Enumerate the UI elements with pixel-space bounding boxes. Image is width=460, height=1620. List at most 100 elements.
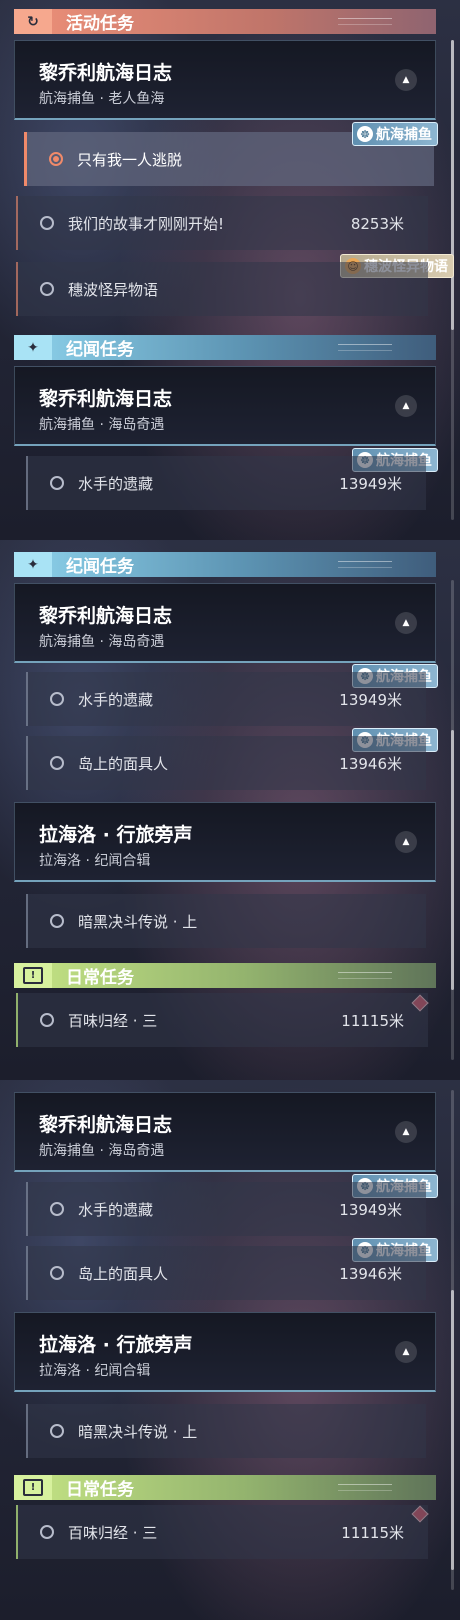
radio-icon[interactable] [40, 216, 54, 230]
quest-subtitle: 航海捕鱼 · 海岛奇遇 [39, 1143, 165, 1159]
task-distance: 13946米 [339, 755, 402, 773]
quest-subtitle: 拉海洛 · 纪闻合辑 [39, 1363, 151, 1379]
collapse-button[interactable]: ▲ [395, 1121, 417, 1143]
scrollbar[interactable] [451, 580, 454, 1060]
task-distance: 13949米 [339, 1201, 402, 1219]
quest-card[interactable]: 拉海洛 · 行旅旁声 拉海洛 · 纪闻合辑 ▲ [14, 1312, 436, 1392]
sparkle-icon: ✦ [14, 335, 52, 360]
scrollbar-thumb[interactable] [451, 730, 454, 990]
task-row[interactable]: 水手的遗藏 13949米 [26, 672, 426, 726]
sparkle-icon: ✦ [14, 552, 52, 577]
task-row[interactable]: 岛上的面具人 13946米 [26, 736, 426, 790]
section-header-story[interactable]: ✦ 纪闻任务 [14, 552, 436, 577]
exclamation-icon: ! [14, 1475, 52, 1500]
tag-label: 航海捕鱼 [376, 127, 432, 143]
task-label: 水手的遗藏 [78, 1201, 154, 1219]
section-title: 纪闻任务 [66, 557, 134, 577]
task-row[interactable]: 暗黑决斗传说 · 上 [26, 894, 426, 948]
scrollbar[interactable] [451, 1090, 454, 1590]
task-row[interactable]: 百味归经 · 三 11115米 [16, 993, 428, 1047]
chevron-up-icon: ▲ [402, 401, 410, 411]
quest-title: 拉海洛 · 行旅旁声 [39, 824, 193, 846]
task-row[interactable]: 穗波怪异物语 [16, 262, 428, 316]
section-title: 纪闻任务 [66, 340, 134, 360]
task-label: 我们的故事才刚刚开始! [68, 215, 225, 233]
chevron-up-icon: ▲ [402, 1127, 410, 1137]
radio-selected-icon[interactable] [49, 152, 63, 166]
radio-icon[interactable] [40, 1013, 54, 1027]
exclamation-icon: ! [14, 963, 52, 988]
collapse-button[interactable]: ▲ [395, 69, 417, 91]
task-row[interactable]: 水手的遗藏 13949米 [26, 1182, 426, 1236]
task-label: 岛上的面具人 [78, 755, 169, 773]
quest-card[interactable]: 黎乔利航海日志 航海捕鱼 · 海岛奇遇 ▲ [14, 583, 436, 663]
section-header-story[interactable]: ✦ 纪闻任务 [14, 335, 436, 360]
collapse-button[interactable]: ▲ [395, 612, 417, 634]
quest-title: 黎乔利航海日志 [39, 605, 173, 627]
quest-title: 黎乔利航海日志 [39, 1114, 173, 1136]
task-distance: 11115米 [341, 1524, 404, 1542]
radio-icon[interactable] [50, 1202, 64, 1216]
chevron-up-icon: ▲ [402, 837, 410, 847]
task-label: 水手的遗藏 [78, 475, 154, 493]
panel-story-tasks: ✦ 纪闻任务 黎乔利航海日志 航海捕鱼 · 海岛奇遇 ▲ ☸ 航海捕鱼 水手的遗… [0, 540, 460, 1080]
scrollbar-thumb[interactable] [451, 40, 454, 330]
radio-icon[interactable] [50, 914, 64, 928]
task-row[interactable]: 暗黑决斗传说 · 上 [26, 1404, 426, 1458]
task-label: 水手的遗藏 [78, 691, 154, 709]
quest-card[interactable]: 黎乔利航海日志 航海捕鱼 · 海岛奇遇 ▲ [14, 366, 436, 446]
radio-icon[interactable] [50, 476, 64, 490]
quest-subtitle: 航海捕鱼 · 老人鱼海 [39, 91, 165, 107]
quest-card[interactable]: 黎乔利航海日志 航海捕鱼 · 海岛奇遇 ▲ [14, 1092, 436, 1172]
scrollbar[interactable] [451, 40, 454, 520]
section-title: 日常任务 [66, 1480, 134, 1500]
quest-title: 拉海洛 · 行旅旁声 [39, 1334, 193, 1356]
chevron-up-icon: ▲ [402, 1347, 410, 1357]
task-label: 岛上的面具人 [78, 1265, 169, 1283]
task-label: 暗黑决斗传说 · 上 [78, 1423, 198, 1441]
panel-story-tasks-scrolled: 黎乔利航海日志 航海捕鱼 · 海岛奇遇 ▲ ☸ 航海捕鱼 水手的遗藏 13949… [0, 1080, 460, 1620]
task-distance: 8253米 [350, 215, 404, 233]
fishing-tag: ☸ 航海捕鱼 [352, 122, 438, 146]
refresh-icon: ↻ [14, 9, 52, 34]
section-header-daily[interactable]: ! 日常任务 [14, 1475, 436, 1500]
chevron-up-icon: ▲ [402, 618, 410, 628]
chevron-up-icon: ▲ [402, 75, 410, 85]
header-decoration [338, 972, 392, 979]
radio-icon[interactable] [50, 756, 64, 770]
quest-subtitle: 航海捕鱼 · 海岛奇遇 [39, 417, 165, 433]
radio-icon[interactable] [50, 1424, 64, 1438]
task-row[interactable]: 我们的故事才刚刚开始! 8253米 [16, 196, 428, 250]
header-decoration [338, 561, 392, 568]
task-row[interactable]: 岛上的面具人 13946米 [26, 1246, 426, 1300]
task-row[interactable]: 水手的遗藏 13949米 [26, 456, 426, 510]
collapse-button[interactable]: ▲ [395, 395, 417, 417]
collapse-button[interactable]: ▲ [395, 1341, 417, 1363]
quest-card[interactable]: 黎乔利航海日志 航海捕鱼 · 老人鱼海 ▲ [14, 40, 436, 120]
task-label: 百味归经 · 三 [68, 1012, 158, 1030]
section-header-daily[interactable]: ! 日常任务 [14, 963, 436, 988]
radio-icon[interactable] [50, 1266, 64, 1280]
task-label: 百味归经 · 三 [68, 1524, 158, 1542]
task-distance: 13946米 [339, 1265, 402, 1283]
section-header-activity[interactable]: ↻ 活动任务 [14, 9, 436, 34]
quest-title: 黎乔利航海日志 [39, 62, 173, 84]
scrollbar-thumb[interactable] [451, 1290, 454, 1570]
task-label: 暗黑决斗传说 · 上 [78, 913, 198, 931]
fishing-tag-icon: ☸ [357, 126, 373, 142]
quest-subtitle: 航海捕鱼 · 海岛奇遇 [39, 634, 165, 650]
collapse-button[interactable]: ▲ [395, 831, 417, 853]
quest-title: 黎乔利航海日志 [39, 388, 173, 410]
quest-card[interactable]: 拉海洛 · 行旅旁声 拉海洛 · 纪闻合辑 ▲ [14, 802, 436, 882]
panel-activity-tasks: ↻ 活动任务 黎乔利航海日志 航海捕鱼 · 老人鱼海 ▲ 只有我一人逃脱 ☸ 航… [0, 0, 460, 540]
task-distance: 13949米 [339, 475, 402, 493]
task-label: 只有我一人逃脱 [77, 151, 183, 169]
task-distance: 11115米 [341, 1012, 404, 1030]
radio-icon[interactable] [40, 1525, 54, 1539]
radio-icon[interactable] [50, 692, 64, 706]
header-decoration [338, 1484, 392, 1491]
task-row[interactable]: 百味归经 · 三 11115米 [16, 1505, 428, 1559]
header-decoration [338, 18, 392, 25]
radio-icon[interactable] [40, 282, 54, 296]
quest-subtitle: 拉海洛 · 纪闻合辑 [39, 853, 151, 869]
